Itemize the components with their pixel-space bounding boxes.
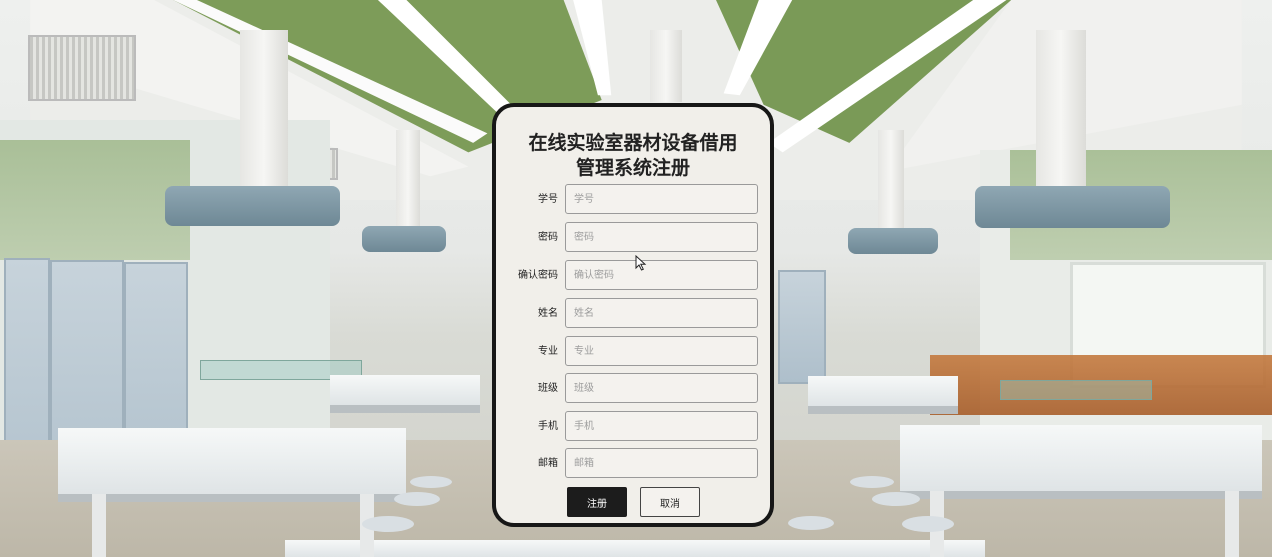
field-row-password: 密码: [496, 222, 770, 254]
class-input[interactable]: [565, 373, 758, 403]
email-label: 邮箱: [538, 458, 558, 469]
major-label: 专业: [538, 346, 558, 357]
mouse-pointer-icon: [635, 255, 647, 271]
field-row-phone: 手机: [496, 411, 770, 443]
password-input[interactable]: [565, 222, 758, 252]
lab-bench-bottom-center: [285, 540, 985, 557]
class-label: 班级: [538, 383, 558, 394]
confirm-password-input[interactable]: [565, 260, 758, 290]
field-row-name: 姓名: [496, 298, 770, 330]
bench-leg: [92, 494, 106, 557]
lab-bench-mid-left: [330, 375, 480, 413]
registration-dialog: 在线实验室器材设备借用 管理系统注册 学号 密码 确认密码 姓名 专业 班级 手…: [492, 103, 774, 527]
field-row-student-id: 学号: [496, 184, 770, 216]
lab-bench-front-left: [58, 428, 406, 502]
field-row-email: 邮箱: [496, 448, 770, 480]
dialog-title: 在线实验室器材设备借用 管理系统注册: [496, 131, 770, 181]
email-input[interactable]: [565, 448, 758, 478]
dialog-title-line2: 管理系统注册: [575, 157, 690, 179]
register-button[interactable]: 注册: [567, 487, 627, 517]
stool: [394, 492, 440, 506]
lab-bench-mid-right: [808, 376, 958, 414]
fume-hood-mid-left: [362, 226, 446, 252]
name-label: 姓名: [538, 308, 558, 319]
reagent-shelf-right: [1000, 380, 1152, 400]
phone-label: 手机: [538, 421, 558, 432]
field-row-confirm-password: 确认密码: [496, 260, 770, 292]
ceiling-column-center: [650, 30, 682, 102]
student-id-label: 学号: [538, 194, 558, 205]
fume-hood-mid-right: [848, 228, 938, 254]
confirm-password-label: 确认密码: [518, 270, 558, 281]
password-label: 密码: [538, 232, 558, 243]
fume-hood-left: [165, 186, 340, 226]
major-input[interactable]: [565, 336, 758, 366]
ceiling-column-mid-left: [396, 130, 420, 230]
stool: [788, 516, 834, 530]
name-input[interactable]: [565, 298, 758, 328]
stool: [872, 492, 920, 506]
dialog-title-line1: 在线实验室器材设备借用: [528, 132, 738, 154]
stool: [902, 516, 954, 532]
stool: [850, 476, 894, 488]
student-id-input[interactable]: [565, 184, 758, 214]
field-row-class: 班级: [496, 373, 770, 405]
cabinet-mid-right: [778, 270, 826, 384]
ceiling-column-left: [240, 30, 288, 200]
window-blind-left: [0, 140, 190, 260]
lab-bench-front-right: [900, 425, 1262, 499]
field-row-major: 专业: [496, 336, 770, 368]
ceiling-column-right: [1036, 30, 1086, 200]
ceiling-column-mid-right: [878, 130, 904, 230]
air-vent-left: [28, 35, 136, 101]
bench-leg: [1225, 491, 1239, 557]
stool: [410, 476, 452, 488]
phone-input[interactable]: [565, 411, 758, 441]
fume-hood-right: [975, 186, 1170, 228]
stool: [362, 516, 414, 532]
cancel-button[interactable]: 取消: [640, 487, 700, 517]
